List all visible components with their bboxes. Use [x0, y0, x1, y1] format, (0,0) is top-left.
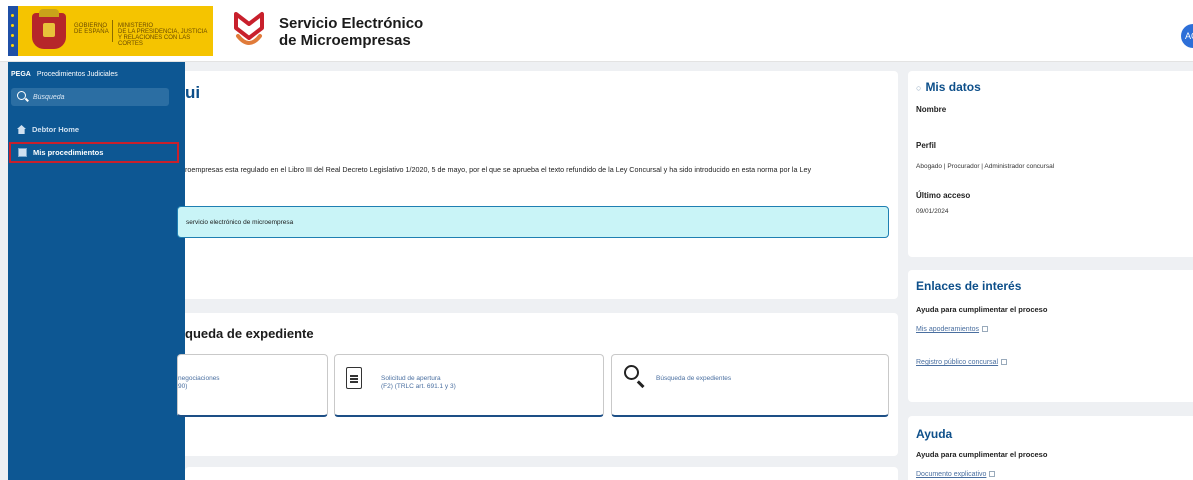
- list-icon: [18, 148, 27, 157]
- top-header: GOBIERNO DE ESPAÑA MINISTERIO DE LA PRES…: [0, 0, 1193, 62]
- external-link-icon: [989, 471, 996, 478]
- eu-flag-icon: [8, 6, 18, 56]
- logo-divider: [112, 20, 113, 42]
- search-input[interactable]: [33, 90, 163, 104]
- info-banner: servicio electrónico de microempresa: [177, 206, 889, 238]
- bottom-card: [185, 467, 898, 480]
- magnifier-icon: [624, 365, 639, 380]
- ayuda-card: Ayuda Ayuda para cumplimentar el proceso…: [908, 416, 1193, 480]
- sidebar-item-mis-procedimientos[interactable]: Mis procedimientos: [9, 142, 179, 163]
- enlaces-card: Enlaces de interés Ayuda para cumpliment…: [908, 270, 1193, 402]
- sidebar-item-label: Debtor Home: [32, 125, 80, 134]
- page-title: ui: [185, 83, 201, 102]
- coat-of-arms-icon: [32, 9, 66, 49]
- ayuda-subtitle: Ayuda para cumplimentar el proceso: [916, 450, 1048, 459]
- ministerio-text: MINISTERIO DE LA PRESIDENCIA, JUSTICIA Y…: [118, 23, 208, 47]
- microempresas-logo-icon[interactable]: [232, 10, 266, 50]
- tile-label: negociaciones 90): [178, 375, 220, 390]
- external-link-icon: [982, 326, 989, 333]
- external-link-icon: [1001, 359, 1008, 366]
- tile-solicitud-apertura[interactable]: Solicitud de apertura (F2) (TRLC art. 69…: [334, 354, 604, 417]
- tile-negociaciones[interactable]: negociaciones 90): [177, 354, 328, 417]
- info-banner-text: servicio electrónico de microempresa: [186, 219, 294, 226]
- mis-datos-card: ○ Mis datos Nombre Perfil Abogado | Procu…: [908, 71, 1193, 257]
- ayuda-title: Ayuda: [916, 427, 953, 441]
- user-icon: ○: [916, 83, 922, 93]
- link-documento-explicativo[interactable]: Documento explicativo: [916, 471, 996, 478]
- welcome-description: roempresas esta regulado en el Libro III…: [185, 165, 812, 174]
- sidebar-search[interactable]: [11, 88, 169, 106]
- link-mis-apoderamientos[interactable]: Mis apoderamientos: [916, 326, 989, 333]
- mis-datos-title: ○ Mis datos: [916, 80, 981, 94]
- perfil-value: Abogado | Procurador | Administrador con…: [916, 163, 1055, 170]
- expediente-search-card: queda de expediente negociaciones 90) So…: [177, 313, 898, 456]
- user-avatar[interactable]: AC: [1181, 24, 1193, 48]
- search-icon: [17, 91, 26, 100]
- home-icon: [17, 125, 26, 134]
- enlaces-title: Enlaces de interés: [916, 279, 1022, 293]
- sidebar-nav: PEGAProcedimientos Judiciales Debtor Hom…: [8, 62, 185, 480]
- ultimo-acceso-label: Último acceso: [916, 191, 971, 200]
- sidebar-item-debtor-home[interactable]: Debtor Home: [8, 120, 185, 140]
- welcome-card: ui roempresas esta regulado en el Libro …: [177, 71, 898, 299]
- section-title: queda de expediente: [185, 326, 314, 341]
- gobierno-logo[interactable]: GOBIERNO DE ESPAÑA MINISTERIO DE LA PRES…: [8, 6, 213, 56]
- tile-label: Búsqueda de expedientes: [656, 375, 732, 382]
- document-icon: [346, 367, 362, 389]
- ultimo-acceso-value: 09/01/2024: [916, 208, 949, 215]
- nombre-label: Nombre: [916, 105, 947, 114]
- tile-label: Solicitud de apertura (F2) (TRLC art. 69…: [381, 375, 456, 390]
- sidebar-item-label: Mis procedimientos: [33, 148, 104, 157]
- link-registro-publico[interactable]: Registro público concursal: [916, 359, 1008, 366]
- enlaces-subtitle: Ayuda para cumplimentar el proceso: [916, 305, 1048, 314]
- tile-busqueda-expedientes[interactable]: Búsqueda de expedientes: [611, 354, 889, 417]
- perfil-label: Perfil: [916, 141, 937, 150]
- sidebar-brand: PEGA Procedimientos Judiciales: [11, 71, 118, 78]
- gobierno-text: GOBIERNO DE ESPAÑA: [74, 23, 109, 35]
- site-title: Servicio Electrónico de Microempresas: [279, 15, 424, 49]
